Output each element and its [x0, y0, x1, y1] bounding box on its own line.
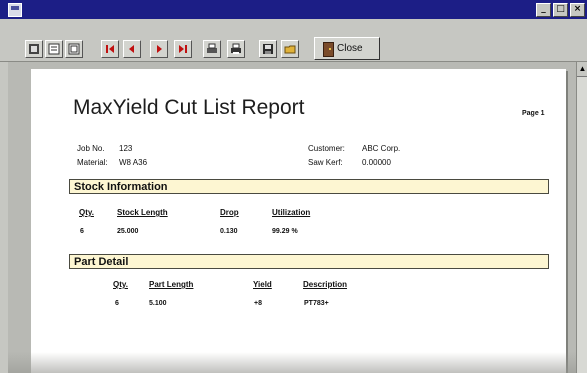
part-detail-band: Part Detail [69, 254, 549, 269]
stock-col-qty: Qty. [79, 208, 94, 217]
view-two-pages-button[interactable] [45, 40, 63, 58]
part-length: 5.100 [149, 300, 167, 307]
part-qty: 6 [115, 300, 119, 307]
zoom-button[interactable] [65, 40, 83, 58]
stock-utilization: 99.29 % [272, 228, 298, 235]
close-button[interactable]: Close [314, 37, 380, 60]
part-yield: +8 [254, 300, 262, 307]
page-number: Page 1 [522, 110, 545, 117]
zoom-icon [68, 43, 80, 55]
job-value: 123 [119, 144, 133, 153]
next-page-icon [157, 45, 162, 53]
view-two-pages-icon [48, 43, 60, 55]
close-window-button[interactable]: × [570, 3, 585, 17]
app-icon[interactable] [8, 3, 22, 17]
part-col-qty: Qty. [113, 280, 128, 289]
first-page-button[interactable] [101, 40, 119, 58]
stock-drop: 0.130 [220, 228, 238, 235]
saw-kerf-value: 0.00000 [362, 158, 391, 167]
report-title: MaxYield Cut List Report [73, 96, 305, 119]
stock-information-title: Stock Information [74, 181, 168, 193]
last-page-button[interactable] [174, 40, 192, 58]
maximize-button[interactable]: □ [553, 3, 568, 17]
scroll-up-icon[interactable]: ▲ [577, 62, 587, 77]
part-col-description: Description [303, 280, 348, 289]
print-setup-button[interactable] [203, 40, 221, 58]
print-icon [231, 43, 241, 54]
part-col-yield: Yield [253, 280, 272, 289]
stock-col-length: Stock Length [117, 208, 168, 217]
stock-col-drop: Drop [220, 208, 239, 217]
material-value: W8 A36 [119, 158, 148, 167]
open-button[interactable] [281, 40, 299, 58]
title-bar: _ □ × [0, 0, 587, 19]
print-button[interactable] [227, 40, 245, 58]
part-detail-title: Part Detail [74, 256, 129, 268]
view-one-page-icon [29, 44, 39, 54]
save-icon [263, 44, 273, 54]
save-button[interactable] [259, 40, 277, 58]
stock-qty: 6 [80, 228, 84, 235]
preview-area[interactable]: MaxYield Cut List Report Page 1 Job No. … [8, 62, 576, 373]
first-page-icon [106, 45, 114, 53]
view-one-page-button[interactable] [25, 40, 43, 58]
window-controls: _ □ × [536, 3, 585, 17]
next-page-button[interactable] [150, 40, 168, 58]
saw-kerf-label: Saw Kerf: [308, 158, 343, 167]
door-icon [323, 42, 334, 57]
stock-col-utilization: Utilization [272, 208, 311, 217]
minimize-button[interactable]: _ [536, 3, 551, 17]
customer-label: Customer: [308, 144, 345, 153]
job-label: Job No. [77, 144, 105, 153]
close-button-label: Close [337, 43, 363, 54]
stock-information-band: Stock Information [69, 179, 549, 194]
report-page: MaxYield Cut List Report Page 1 Job No. … [31, 69, 566, 373]
material-label: Material: [77, 158, 108, 167]
part-description: PT783+ [304, 300, 329, 307]
stock-length: 25.000 [117, 228, 139, 235]
previous-page-icon [129, 45, 134, 53]
customer-value: ABC Corp. [362, 144, 401, 153]
bottom-shading [8, 352, 576, 373]
previous-page-button[interactable] [123, 40, 141, 58]
open-icon [284, 45, 296, 54]
print-setup-icon [207, 43, 217, 53]
last-page-icon [179, 45, 187, 53]
vertical-scrollbar[interactable]: ▲ [576, 62, 587, 373]
part-col-length: Part Length [149, 280, 194, 289]
